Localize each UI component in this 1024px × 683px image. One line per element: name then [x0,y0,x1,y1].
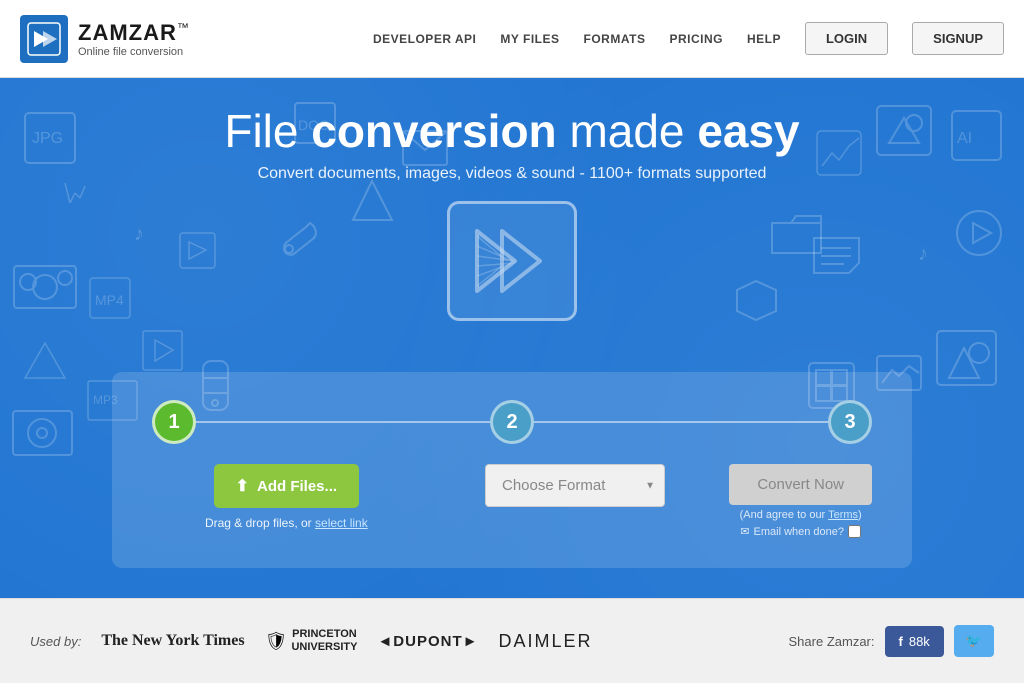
facebook-share-button[interactable]: f 88k [885,626,944,657]
used-by-label: Used by: [30,634,81,649]
hero-content: File conversion made easy Convert docume… [0,78,1024,321]
logo-area: ZAMZAR™ Online file conversion [20,15,190,63]
logo-name: ZAMZAR™ [78,20,190,46]
steps-controls: ⬆ Add Files... Drag & drop files, or sel… [152,464,872,538]
step-1-circle: 1 [152,400,196,444]
used-by-section: Used by: The New York Times 🛡 PRINCETONU… [30,628,593,654]
convert-now-button[interactable]: Convert Now [729,464,872,505]
email-when-done: ✉ Email when done? [740,525,861,538]
logo-text: ZAMZAR™ Online file conversion [78,20,190,58]
terms-text: (And agree to our Terms) [740,509,862,521]
twitter-share-button[interactable]: 🐦 [954,625,994,657]
step-3-area: Convert Now (And agree to our Terms) ✉ E… [729,464,872,538]
twitter-icon: 🐦 [966,633,982,648]
brand-princeton: 🛡 PRINCETONUNIVERSITY [265,628,358,654]
facebook-count: 88k [909,634,930,649]
footer: Used by: The New York Times 🛡 PRINCETONU… [0,598,1024,683]
hero-section: JPG MP3 [0,78,1024,598]
select-link[interactable]: select link [315,516,368,530]
nav-formats[interactable]: FORMATS [584,32,646,46]
nav-my-files[interactable]: MY FILES [500,32,559,46]
share-label: Share Zamzar: [789,634,875,649]
hero-title: File conversion made easy [0,106,1024,157]
login-button[interactable]: LOGIN [805,22,888,55]
header: ZAMZAR™ Online file conversion DEVELOPER… [0,0,1024,78]
hero-subtitle: Convert documents, images, videos & soun… [0,165,1024,183]
add-files-button[interactable]: ⬆ Add Files... [214,464,359,508]
steps-track: 1 2 3 [152,400,872,444]
email-checkbox[interactable] [848,525,861,538]
brand-nyt: The New York Times [101,632,244,650]
nav-pricing[interactable]: PRICING [669,32,723,46]
step-1-area: ⬆ Add Files... Drag & drop files, or sel… [152,464,421,530]
step-3-circle: 3 [828,400,872,444]
main-nav: DEVELOPER API MY FILES FORMATS PRICING H… [373,22,1004,55]
zamzar-logo-icon [20,15,68,63]
choose-format-wrapper: Choose Format MP3 MP4 JPG PNG PDF DOC [485,464,665,507]
nav-developer-api[interactable]: DEVELOPER API [373,32,476,46]
brand-dupont: ◄DUPONT► [377,633,478,650]
step-2-area: Choose Format MP3 MP4 JPG PNG PDF DOC [441,464,710,507]
hero-center-logo [447,201,577,321]
nav-help[interactable]: HELP [747,32,781,46]
signup-button[interactable]: SIGNUP [912,22,1004,55]
brand-daimler: DAIMLER [498,631,592,652]
step-2-circle: 2 [490,400,534,444]
email-icon: ✉ [740,525,749,538]
share-area: Share Zamzar: f 88k 🐦 [789,625,994,657]
upload-icon: ⬆ [236,476,249,496]
steps-container: 1 2 3 ⬆ Add Files... Drag & drop files, … [112,372,912,568]
drag-drop-text: Drag & drop files, or select link [205,516,368,530]
facebook-icon: f [899,634,903,649]
terms-link[interactable]: Terms [828,509,858,521]
choose-format-select[interactable]: Choose Format MP3 MP4 JPG PNG PDF DOC [485,464,665,507]
shield-icon: 🛡 [265,631,288,652]
logo-tagline: Online file conversion [78,46,190,58]
